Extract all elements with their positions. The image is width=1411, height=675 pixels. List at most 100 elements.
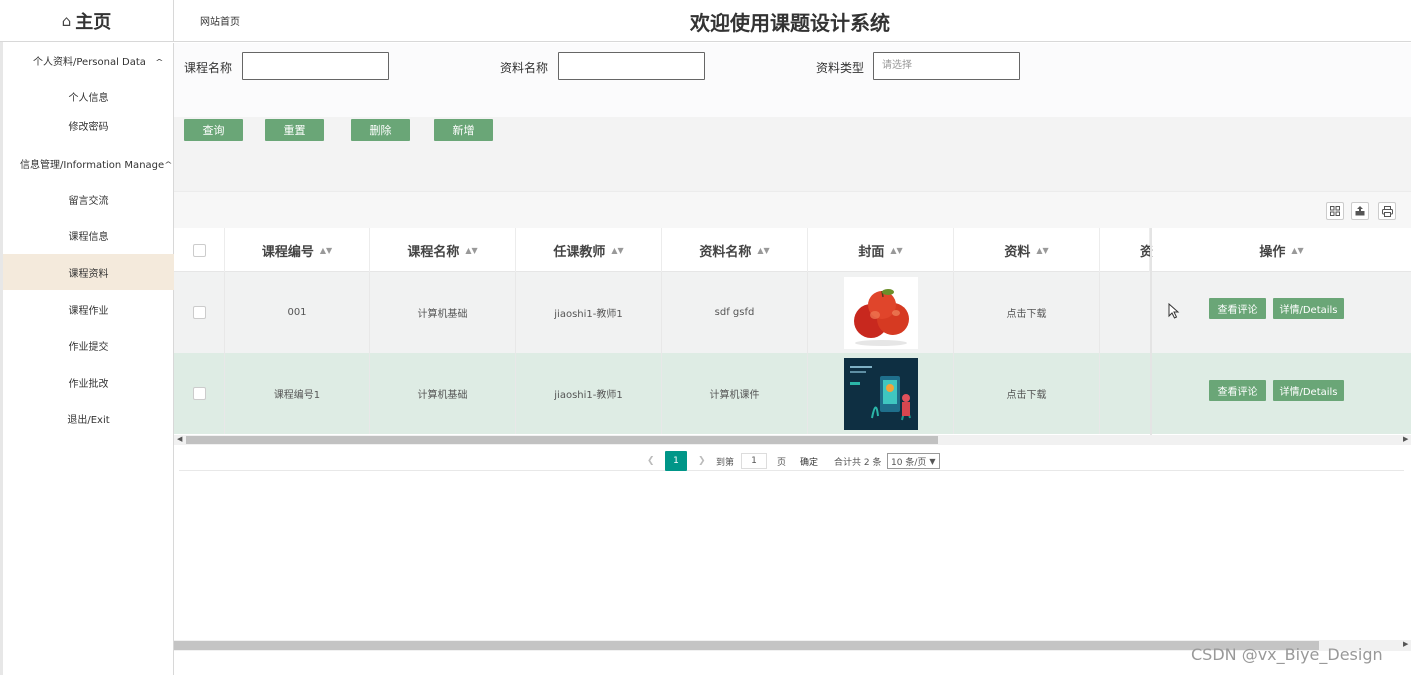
page-size-select[interactable]: 10 条/页 ▼ [887,453,940,469]
sort-icon[interactable]: ▲▼ [465,246,477,255]
col-teacher[interactable]: 任课教师 ▲▼ [516,228,662,272]
top-bar: ⌂ 主页 网站首页 欢迎使用课题设计系统 [0,0,1411,42]
column-header: 操作 [1259,244,1286,260]
table-row: 001 计算机基础 jiaoshi1-教师1 sdf gsfd 点击下载 查看评… [174,272,1411,353]
page-title: 欢迎使用课题设计系统 [690,11,890,35]
select-all-checkbox[interactable] [192,243,206,257]
sort-icon[interactable]: ▲▼ [611,246,623,255]
cell-download[interactable]: 点击下载 [954,353,1100,434]
cell-material-name: sdf gsfd [662,272,808,353]
columns-icon[interactable] [1326,202,1344,220]
col-cover[interactable]: 封面 ▲▼ [808,228,954,272]
column-header: 任课教师 [553,244,606,260]
cell-material-name: 计算机课件 [662,353,808,434]
reset-button[interactable]: 重置 [265,119,324,141]
sidebar: 个人资料/Personal Data ^ 个人信息 修改密码 信息管理/Info… [3,43,174,675]
cell-course-name: 计算机基础 [370,353,516,434]
col-material[interactable]: 资料 ▲▼ [954,228,1100,272]
chevron-down-icon: ▼ [929,456,936,466]
cell-truncated [1100,353,1152,434]
site-home-link[interactable]: 网站首页 [200,13,240,28]
sidebar-item-course-homework[interactable]: 课程作业 [3,291,174,327]
chevron-up-icon: ^ [164,161,173,170]
cell-course-name: 计算机基础 [370,272,516,353]
sidebar-item-homework-grading[interactable]: 作业批改 [3,364,174,400]
scroll-right-arrow-icon[interactable]: ▶ [1403,640,1408,648]
brand[interactable]: ⌂ 主页 [0,0,174,42]
material-type-select[interactable]: 请选择 [873,52,1020,80]
mouse-cursor-icon [1168,303,1180,319]
sidebar-item-messages[interactable]: 留言交流 [3,181,174,217]
print-icon[interactable] [1378,202,1396,220]
course-name-label: 课程名称 [184,61,233,75]
page-unit-label: 页 [777,457,787,468]
cell-download[interactable]: 点击下载 [954,272,1100,353]
pagination: ❮ 1 ❯ 到第 1 页 确定 合计共 2 条 10 条/页 ▼ [179,451,1404,471]
scrollbar-thumb[interactable] [186,436,938,444]
course-name-input[interactable] [242,52,389,80]
details-button[interactable]: 详情/Details [1273,380,1344,401]
row-select-cell [174,272,225,353]
home-icon: ⌂ [61,12,72,30]
delete-button[interactable]: 删除 [351,119,410,141]
goto-label: 到第 [716,457,735,468]
sidebar-group-label: 个人资料/Personal Data [33,57,146,68]
cell-teacher: jiaoshi1-教师1 [516,272,662,353]
select-all-cell [174,228,225,272]
brand-title: 主页 [75,12,112,33]
table-header: 课程编号 ▲▼ 课程名称 ▲▼ 任课教师 ▲▼ 资料名称 ▲▼ 封面 ▲▼ 资料 ▲▼ 资 … [174,228,1411,272]
details-button[interactable]: 详情/Details [1273,298,1344,319]
view-comments-button[interactable]: 查看评论 [1209,298,1266,319]
row-checkbox[interactable] [192,306,206,319]
scrollbar-thumb[interactable] [174,641,1319,650]
sidebar-group-info-manage[interactable]: 信息管理/Information Manage^ [20,156,173,171]
export-icon[interactable] [1351,202,1369,220]
query-button[interactable]: 查询 [184,119,243,141]
search-form: 课程名称 资料名称 资料类型 请选择 [174,43,1411,117]
cell-course-no: 课程编号1 [225,353,370,434]
cell-cover [808,272,954,353]
goto-page-input[interactable]: 1 [741,453,767,469]
table-horizontal-scrollbar[interactable]: ◀ ▶ [174,435,1411,445]
sort-icon[interactable]: ▲▼ [890,246,902,255]
sidebar-item-course-materials[interactable]: 课程资料 [3,254,174,290]
scroll-left-arrow-icon[interactable]: ◀ [177,435,182,443]
sidebar-group-personal[interactable]: 个人资料/Personal Data ^ [33,53,164,68]
cell-cover [808,353,954,434]
view-comments-button[interactable]: 查看评论 [1209,380,1266,401]
scroll-right-arrow-icon[interactable]: ▶ [1403,435,1408,443]
col-actions[interactable]: 操作 ▲▼ [1152,228,1411,272]
col-course-name[interactable]: 课程名称 ▲▼ [370,228,516,272]
add-button[interactable]: 新增 [434,119,493,141]
row-select-cell [174,353,225,434]
col-truncated: 资 [1100,228,1153,272]
next-page-icon[interactable]: ❯ [698,451,706,471]
sort-icon[interactable]: ▲▼ [320,246,332,255]
row-checkbox[interactable] [192,387,206,400]
sidebar-item-change-password[interactable]: 修改密码 [3,107,174,143]
material-type-label: 资料类型 [816,61,865,75]
col-material-name[interactable]: 资料名称 ▲▼ [662,228,808,272]
sort-icon[interactable]: ▲▼ [757,246,769,255]
column-header: 资料名称 [699,244,752,260]
goto-confirm-button[interactable]: 确定 [800,451,818,471]
sidebar-group-label: 信息管理/Information Manage [20,160,165,171]
sort-icon[interactable]: ▲▼ [1036,246,1048,255]
page-size-value: 10 条/页 [891,457,927,468]
action-bar: 查询 重置 删除 新增 [174,117,1411,191]
sidebar-item-homework-submit[interactable]: 作业提交 [3,327,174,363]
cell-truncated [1100,272,1152,353]
fixed-column-divider [1150,228,1152,435]
col-course-no[interactable]: 课程编号 ▲▼ [225,228,370,272]
prev-page-icon[interactable]: ❮ [647,451,655,471]
material-name-input[interactable] [558,52,705,80]
sidebar-item-course-info[interactable]: 课程信息 [3,217,174,253]
sort-icon[interactable]: ▲▼ [1291,246,1303,255]
slide-image[interactable] [843,357,918,430]
page-number-current[interactable]: 1 [665,451,687,471]
cell-teacher: jiaoshi1-教师1 [516,353,662,434]
apples-image[interactable] [843,276,918,349]
table-row: 课程编号1 计算机基础 jiaoshi1-教师1 计算机课件 点击下载 查看评论… [174,353,1411,434]
column-header: 封面 [858,244,885,260]
sidebar-item-exit[interactable]: 退出/Exit [3,400,174,436]
